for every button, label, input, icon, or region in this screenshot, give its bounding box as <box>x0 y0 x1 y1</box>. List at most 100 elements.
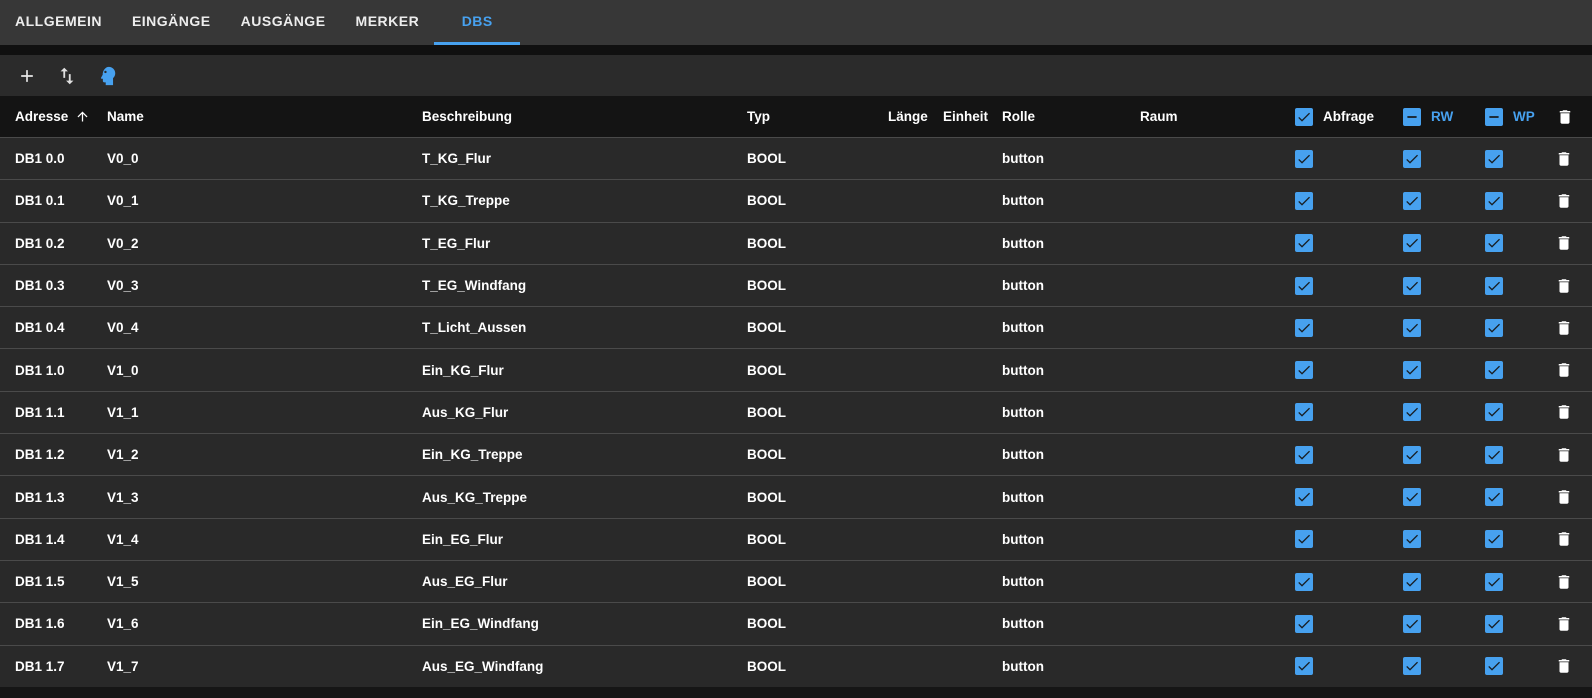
check-icon <box>1488 196 1500 206</box>
cell-delete <box>1547 433 1592 476</box>
abfrage-checkbox[interactable] <box>1295 234 1313 253</box>
rw-checkbox[interactable] <box>1403 614 1421 633</box>
cell-raum <box>1140 221 1290 265</box>
wp-checkbox[interactable] <box>1485 572 1503 591</box>
delete-all-button[interactable] <box>1552 104 1578 130</box>
column-header-laenge[interactable]: Länge <box>888 96 943 138</box>
column-header-raum[interactable]: Raum <box>1140 96 1290 138</box>
delete-row-button[interactable] <box>1552 570 1576 594</box>
rw-checkbox[interactable] <box>1403 530 1421 549</box>
cell-raum <box>1140 136 1290 180</box>
sort-button[interactable] <box>54 63 80 89</box>
header-abfrage-checkbox[interactable] <box>1295 107 1313 126</box>
column-header-name[interactable]: Name <box>107 96 422 138</box>
cell-abfrage <box>1290 348 1398 392</box>
rw-checkbox[interactable] <box>1403 403 1421 422</box>
rw-checkbox[interactable] <box>1403 445 1421 464</box>
wp-checkbox[interactable] <box>1485 488 1503 507</box>
rw-checkbox[interactable] <box>1403 276 1421 295</box>
abfrage-checkbox[interactable] <box>1295 445 1313 464</box>
cell-rolle: button <box>1002 348 1140 392</box>
wp-checkbox[interactable] <box>1485 276 1503 295</box>
rw-checkbox[interactable] <box>1403 149 1421 168</box>
cell-abfrage <box>1290 475 1398 519</box>
column-header-rolle[interactable]: Rolle <box>1002 96 1140 138</box>
abfrage-checkbox[interactable] <box>1295 276 1313 295</box>
cell-einheit <box>943 306 1002 349</box>
abfrage-checkbox[interactable] <box>1295 361 1313 380</box>
tab-eingaenge[interactable]: EINGÄNGE <box>117 0 226 45</box>
cell-beschreibung: T_Licht_Aussen <box>422 306 747 349</box>
cell-abfrage <box>1290 644 1398 688</box>
cell-beschreibung: Ein_EG_Flur <box>422 517 747 561</box>
rw-checkbox[interactable] <box>1403 234 1421 253</box>
cell-rolle: button <box>1002 559 1140 603</box>
wp-checkbox[interactable] <box>1485 530 1503 549</box>
check-icon <box>1488 535 1500 544</box>
delete-row-button[interactable] <box>1552 189 1576 213</box>
tab-dbs[interactable]: DBS <box>434 0 521 45</box>
abfrage-checkbox[interactable] <box>1295 572 1313 591</box>
abfrage-checkbox[interactable] <box>1295 530 1313 549</box>
wp-checkbox[interactable] <box>1485 403 1503 422</box>
rw-checkbox[interactable] <box>1403 488 1421 507</box>
header-wp-checkbox[interactable] <box>1485 107 1503 126</box>
wp-checkbox[interactable] <box>1485 318 1503 337</box>
abfrage-checkbox[interactable] <box>1295 403 1313 422</box>
wp-checkbox[interactable] <box>1485 614 1503 633</box>
abfrage-checkbox[interactable] <box>1295 657 1313 676</box>
delete-row-button[interactable] <box>1552 316 1576 340</box>
trash-icon <box>1558 447 1570 462</box>
delete-row-button[interactable] <box>1552 443 1576 467</box>
delete-row-button[interactable] <box>1552 485 1576 509</box>
cell-wp <box>1480 475 1547 519</box>
abfrage-checkbox[interactable] <box>1295 614 1313 633</box>
add-button[interactable] <box>14 63 40 89</box>
cell-beschreibung: Aus_EG_Flur <box>422 559 747 603</box>
cell-typ: BOOL <box>747 136 888 180</box>
delete-row-button[interactable] <box>1552 400 1576 424</box>
header-rw-checkbox[interactable] <box>1403 107 1421 126</box>
cell-delete <box>1547 517 1592 561</box>
cell-einheit <box>943 602 1002 646</box>
wp-checkbox[interactable] <box>1485 191 1503 210</box>
tab-merker[interactable]: MERKER <box>341 0 435 45</box>
column-header-typ[interactable]: Typ <box>747 96 888 138</box>
delete-row-button[interactable] <box>1552 231 1576 255</box>
assistant-button[interactable] <box>94 63 120 89</box>
wp-checkbox[interactable] <box>1485 445 1503 464</box>
rw-checkbox[interactable] <box>1403 657 1421 676</box>
cell-typ: BOOL <box>747 390 888 434</box>
rw-checkbox[interactable] <box>1403 572 1421 591</box>
abfrage-checkbox[interactable] <box>1295 488 1313 507</box>
delete-row-button[interactable] <box>1552 527 1576 551</box>
column-header-adresse[interactable]: Adresse <box>0 96 107 138</box>
wp-checkbox[interactable] <box>1485 234 1503 253</box>
cell-raum <box>1140 179 1290 223</box>
delete-row-button[interactable] <box>1552 654 1576 678</box>
delete-row-button[interactable] <box>1552 358 1576 382</box>
cell-raum <box>1140 475 1290 519</box>
delete-row-button[interactable] <box>1552 147 1576 171</box>
column-header-beschreibung[interactable]: Beschreibung <box>422 96 747 138</box>
delete-row-button[interactable] <box>1552 612 1576 636</box>
abfrage-checkbox[interactable] <box>1295 318 1313 337</box>
wp-checkbox[interactable] <box>1485 149 1503 168</box>
check-icon <box>1488 577 1500 587</box>
wp-checkbox[interactable] <box>1485 361 1503 380</box>
wp-checkbox[interactable] <box>1485 657 1503 676</box>
rw-checkbox[interactable] <box>1403 191 1421 210</box>
cell-wp <box>1480 306 1547 349</box>
abfrage-checkbox[interactable] <box>1295 191 1313 210</box>
check-icon <box>1298 662 1310 672</box>
column-header-einheit[interactable]: Einheit <box>943 96 1002 138</box>
rw-checkbox[interactable] <box>1403 361 1421 380</box>
table-row: DB1 0.0 V0_0 T_KG_Flur BOOL button <box>0 136 1592 180</box>
rw-checkbox[interactable] <box>1403 318 1421 337</box>
cell-adresse: DB1 0.0 <box>0 136 107 180</box>
cell-einheit <box>943 390 1002 434</box>
delete-row-button[interactable] <box>1552 274 1576 298</box>
abfrage-checkbox[interactable] <box>1295 149 1313 168</box>
tab-ausgaenge[interactable]: AUSGÄNGE <box>226 0 341 45</box>
tab-allgemein[interactable]: ALLGEMEIN <box>0 0 117 45</box>
